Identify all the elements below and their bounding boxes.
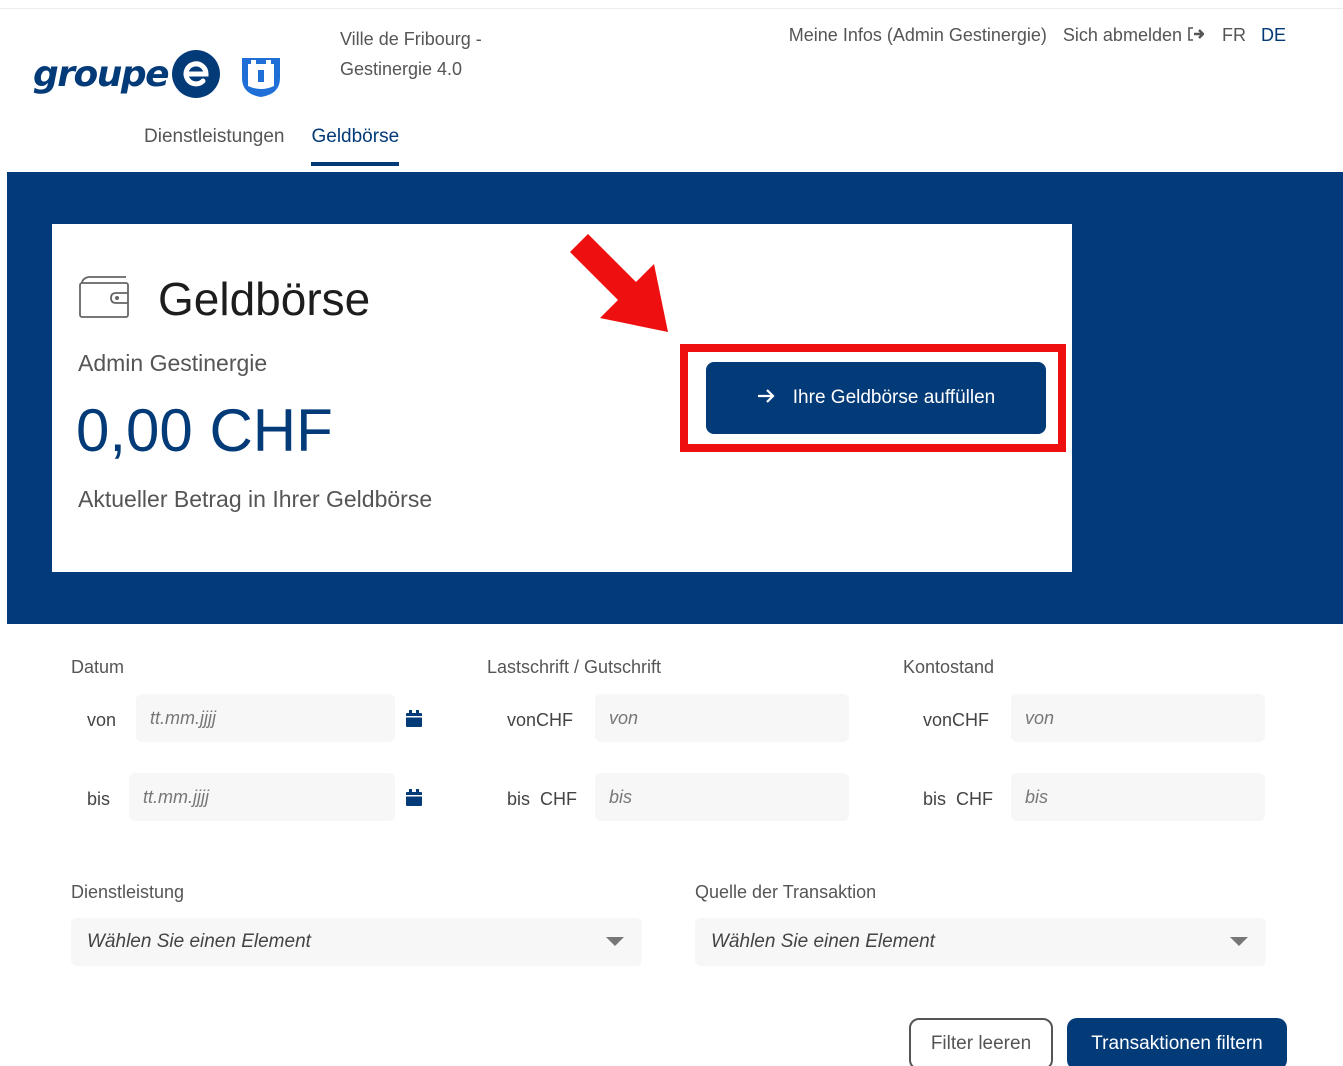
wallet-subtitle: Aktueller Betrag in Ihrer Geldbörse (78, 486, 433, 512)
source-select-placeholder: Wählen Sie einen Element (711, 931, 935, 952)
tab-geldboerse[interactable]: Geldbörse (311, 126, 400, 166)
site-title: Ville de Fribourg - Gestinergie 4.0 (340, 24, 482, 84)
topup-wallet-label: Ihre Geldbörse auffüllen (792, 387, 996, 408)
logout-icon[interactable] (1188, 25, 1205, 46)
source-select[interactable]: Wählen Sie einen Element (695, 918, 1266, 966)
service-filter-label: Dienstleistung (71, 882, 185, 902)
lang-fr-link[interactable]: FR (1222, 25, 1246, 46)
wallet-amount: 0,00 CHF (76, 397, 333, 464)
red-pointer-arrow-icon (566, 230, 676, 345)
source-filter-label: Quelle der Transaktion (695, 882, 877, 902)
balance-from-input[interactable] (1011, 694, 1265, 742)
logo-text: groupe (33, 53, 170, 95)
topup-wallet-button[interactable]: Ihre Geldbörse auffüllen (706, 362, 1046, 434)
service-select-placeholder: Wählen Sie einen Element (87, 931, 311, 952)
clear-filters-button[interactable]: Filter leeren (909, 1018, 1053, 1066)
balance-to-label: bis CHF (923, 789, 994, 809)
filter-transactions-button[interactable]: Transaktionen filtern (1067, 1018, 1287, 1066)
top-divider (0, 8, 1343, 9)
arrow-right-icon (757, 387, 775, 409)
debit-credit-to-label: bis CHF (507, 789, 578, 809)
main-tabs: Dienstleistungen Geldbörse (144, 126, 400, 166)
tab-dienstleistungen[interactable]: Dienstleistungen (144, 126, 284, 166)
debit-credit-filter-label: Lastschrift / Gutschrift (487, 657, 662, 677)
wallet-title: Geldbörse (158, 273, 371, 325)
date-filter-label: Datum (71, 657, 125, 677)
date-to-input[interactable] (129, 773, 395, 821)
lang-de-link[interactable]: DE (1261, 25, 1286, 46)
service-select[interactable]: Wählen Sie einen Element (71, 918, 642, 966)
date-from-input[interactable] (136, 694, 395, 742)
calendar-icon[interactable] (405, 789, 423, 812)
top-nav: Meine Infos (Admin Gestinergie) Sich abm… (789, 25, 1286, 46)
debit-credit-to-input[interactable] (595, 773, 849, 821)
site-title-line1: Ville de Fribourg - (340, 29, 482, 49)
caret-down-icon (1230, 937, 1248, 946)
debit-credit-from-label: vonCHF (507, 710, 574, 730)
wallet-user: Admin Gestinergie (78, 350, 268, 376)
site-title-line2: Gestinergie 4.0 (340, 59, 463, 79)
date-from-label: von (87, 710, 117, 730)
wallet-card-header: Geldbörse (78, 272, 370, 326)
my-info-link[interactable]: Meine Infos (Admin Gestinergie) (789, 25, 1047, 46)
logout-link[interactable]: Sich abmelden (1063, 25, 1182, 46)
wallet-icon (78, 275, 132, 324)
calendar-icon[interactable] (405, 710, 423, 733)
balance-filter-label: Kontostand (903, 657, 995, 677)
debit-credit-from-input[interactable] (595, 694, 849, 742)
date-to-label: bis (87, 789, 111, 809)
fribourg-crest-icon (240, 56, 282, 103)
balance-to-input[interactable] (1011, 773, 1265, 821)
groupe-e-logo[interactable]: groupe (33, 50, 221, 98)
caret-down-icon (606, 937, 624, 946)
logo-e-icon (172, 50, 221, 98)
balance-from-label: vonCHF (923, 710, 990, 730)
